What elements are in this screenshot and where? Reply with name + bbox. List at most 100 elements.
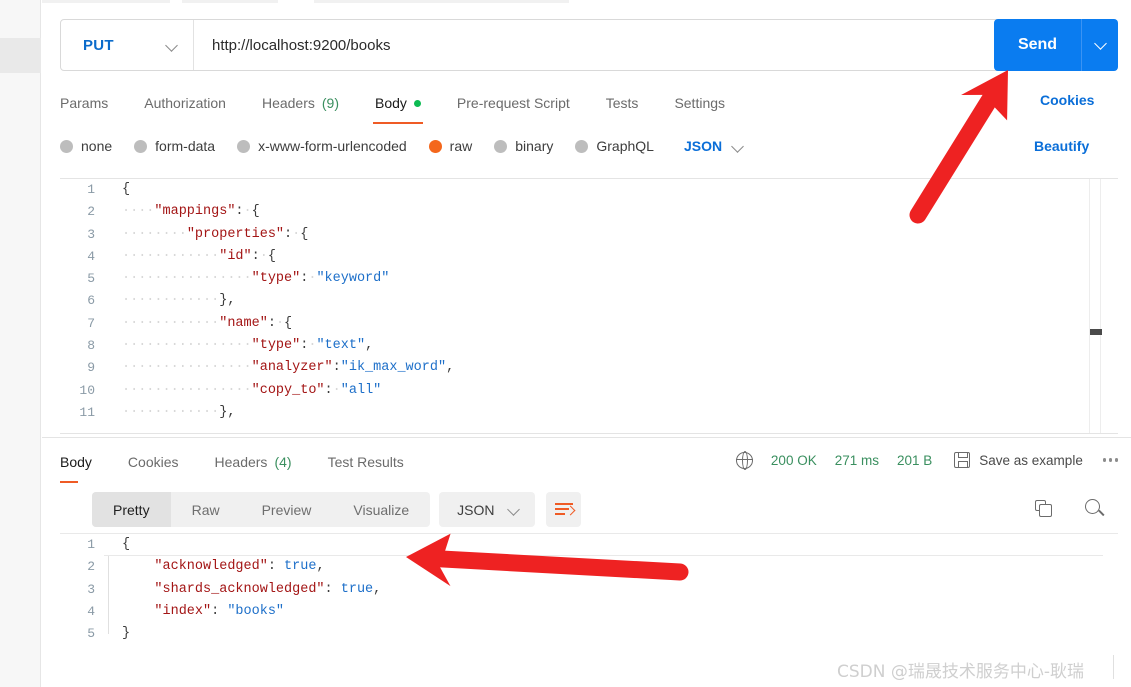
tab-params[interactable]: Params	[60, 88, 126, 118]
globe-icon	[735, 451, 753, 471]
tab-label: Tests	[605, 95, 639, 111]
response-format-dropdown[interactable]: JSON	[439, 492, 535, 527]
response-tab-body[interactable]: Body	[60, 447, 110, 483]
sidebar-active-item[interactable]	[0, 38, 41, 73]
more-options-icon[interactable]	[1102, 458, 1118, 462]
code-token: ·	[332, 382, 341, 398]
code-token: "mappings"	[154, 204, 236, 220]
response-tab-cookies[interactable]: Cookies	[110, 447, 197, 477]
request-line-number: 5	[87, 271, 95, 287]
request-line-number: 1	[87, 182, 95, 197]
request-code-line: ············},	[104, 290, 1072, 312]
request-code-line: ············"name":·{	[104, 313, 1072, 335]
code-token: {	[122, 182, 131, 197]
request-line-number: 9	[87, 360, 95, 376]
radio-icon	[134, 139, 148, 153]
tab-tests[interactable]: Tests	[588, 88, 657, 118]
response-code-area[interactable]: { "acknowledged": true, "shards_acknowle…	[104, 534, 1103, 645]
code-token: {	[300, 226, 309, 242]
watermark-text: CSDN @瑞晟技术服务中心-耿瑞	[837, 662, 1085, 682]
code-token: "type"	[251, 271, 301, 287]
response-time: 271 ms	[834, 452, 879, 468]
search-icon[interactable]	[1085, 499, 1105, 519]
save-icon	[954, 452, 971, 468]
code-token: :	[324, 382, 333, 398]
code-token: ,	[373, 581, 382, 597]
code-token: "text"	[316, 338, 366, 354]
code-token: ····	[219, 271, 252, 287]
send-button-group: Send	[994, 19, 1118, 71]
code-token: ····	[154, 338, 187, 354]
url-input[interactable]	[194, 20, 1002, 70]
tab-authorization[interactable]: Authorization	[126, 88, 244, 118]
code-token: "id"	[219, 248, 252, 264]
wrap-lines-button[interactable]	[545, 492, 581, 527]
code-token: ····	[154, 382, 187, 398]
code-token: "keyword"	[316, 271, 390, 287]
request-body-editor[interactable]: 1 2 3 4 5 6 7 8 9 10 11 {····"mappings":·{········…	[60, 178, 1118, 434]
send-button[interactable]: Send	[994, 19, 1082, 71]
response-meta-bar: 200 OK 271 ms 201 B Save as example	[735, 447, 1118, 473]
tab-settings[interactable]: Settings	[656, 88, 743, 118]
scrollbar-thumb[interactable]	[1090, 329, 1102, 335]
response-view-segmented-control: Pretty Raw Preview Visualize	[92, 492, 431, 527]
request-editor-scrollbar[interactable]	[1089, 179, 1102, 433]
tab-label: Pre-request Script	[456, 95, 570, 111]
response-view-raw[interactable]: Raw	[171, 492, 241, 527]
request-code-line: ············"id":·{	[104, 246, 1072, 268]
body-type-binary[interactable]: binary	[494, 138, 553, 154]
http-method-dropdown[interactable]: PUT	[61, 20, 194, 70]
response-line-number: 1	[87, 537, 95, 552]
code-token: :	[284, 226, 293, 242]
copy-icon[interactable]	[1035, 500, 1052, 517]
body-type-graphql[interactable]: GraphQL	[575, 138, 654, 154]
tab-label: Body	[60, 454, 92, 470]
response-view-visualize[interactable]: Visualize	[332, 492, 430, 527]
body-type-none[interactable]: none	[60, 138, 112, 154]
code-token: :	[267, 315, 276, 331]
code-token: true	[284, 559, 317, 575]
code-token: :	[251, 248, 260, 264]
request-code-line: {	[104, 179, 1072, 201]
response-view-preview[interactable]: Preview	[241, 492, 333, 527]
response-indent-guide	[108, 556, 109, 634]
code-token: ····	[122, 404, 155, 420]
status-code: 200 OK	[770, 452, 817, 468]
code-token: :	[235, 204, 244, 220]
tab-label: Headers	[261, 95, 315, 111]
request-code-area[interactable]: {····"mappings":·{········"properties":·…	[104, 179, 1072, 433]
response-tab-test-results[interactable]: Test Results	[310, 447, 422, 477]
code-token: ····	[154, 360, 187, 376]
code-token: "properties"	[186, 226, 285, 242]
tab-body[interactable]: Body	[357, 88, 439, 124]
beautify-link[interactable]: Beautify	[1034, 138, 1089, 154]
send-options-caret-icon[interactable]	[1082, 19, 1118, 71]
code-token: ····	[122, 360, 155, 376]
request-line-number: 3	[87, 226, 95, 242]
body-type-form-data[interactable]: form-data	[134, 138, 215, 154]
tab-headers[interactable]: Headers (9)	[244, 88, 357, 118]
radio-icon	[494, 139, 508, 153]
code-token: ····	[122, 315, 155, 331]
code-token: :	[267, 559, 285, 575]
response-line-number: 2	[87, 559, 95, 575]
tab-pre-request-script[interactable]: Pre-request Script	[439, 88, 588, 118]
body-type-x-www-form-urlencoded[interactable]: x-www-form-urlencoded	[237, 138, 407, 154]
save-as-example-button[interactable]: Save as example	[954, 452, 1083, 468]
response-tab-headers[interactable]: Headers (4)	[197, 447, 310, 477]
response-body-editor[interactable]: 1 2 3 4 5 { "acknowledged": true, "shards_ac…	[60, 533, 1118, 655]
raw-format-label: JSON	[683, 138, 723, 154]
save-as-example-label: Save as example	[979, 452, 1083, 468]
raw-format-dropdown[interactable]: JSON	[684, 138, 745, 154]
body-type-raw[interactable]: raw	[428, 138, 472, 154]
tab-label: Params	[60, 95, 109, 111]
cookies-link[interactable]: Cookies	[1040, 92, 1094, 108]
code-token: "ik_max_word"	[340, 360, 447, 376]
code-token: ····	[154, 293, 187, 309]
code-token: ····	[219, 382, 252, 398]
response-view-pretty[interactable]: Pretty	[92, 492, 171, 527]
tab-label: Body	[375, 95, 407, 111]
